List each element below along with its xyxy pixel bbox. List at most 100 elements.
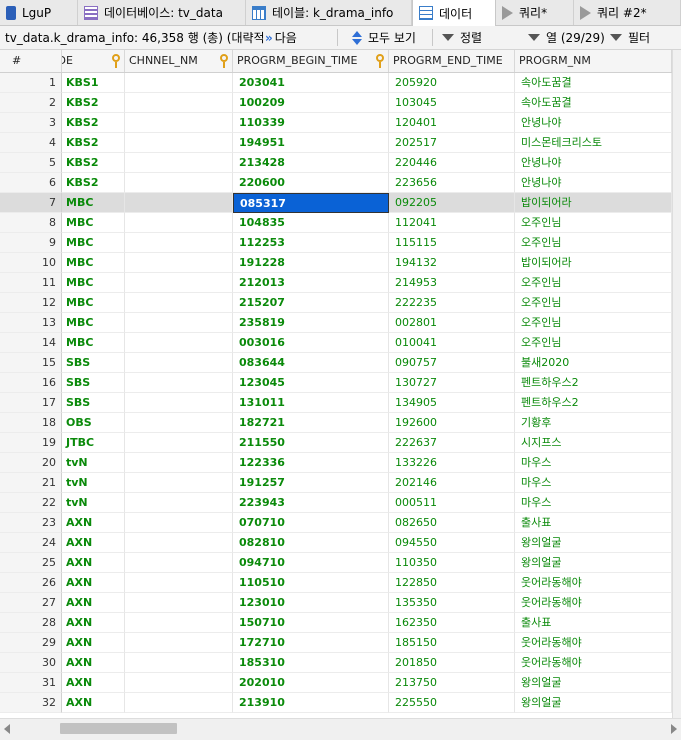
channel-cell[interactable]: OBS: [62, 413, 125, 433]
row-number-cell[interactable]: 20: [0, 453, 62, 473]
end-time-cell[interactable]: 223656: [389, 173, 515, 193]
scroll-right-icon[interactable]: [671, 724, 677, 734]
table-row[interactable]: 13 MBC 235819 002801 오주인님: [0, 313, 681, 333]
end-time-cell[interactable]: 010041: [389, 333, 515, 353]
begin-time-cell[interactable]: 194951: [233, 133, 389, 153]
blank-cell[interactable]: [125, 593, 233, 613]
end-time-cell[interactable]: 202517: [389, 133, 515, 153]
program-name-cell[interactable]: 오주인님: [515, 233, 672, 253]
end-time-cell[interactable]: 110350: [389, 553, 515, 573]
row-number-cell[interactable]: 9: [0, 233, 62, 253]
end-time-cell[interactable]: 135350: [389, 593, 515, 613]
row-number-cell[interactable]: 3: [0, 113, 62, 133]
end-time-cell[interactable]: 122850: [389, 573, 515, 593]
program-name-cell[interactable]: 웃어라동해야: [515, 633, 672, 653]
blank-cell[interactable]: [125, 253, 233, 273]
begin-time-cell[interactable]: 085317: [233, 193, 389, 213]
table-row[interactable]: 12 MBC 215207 222235 오주인님: [0, 293, 681, 313]
row-number-cell[interactable]: 4: [0, 133, 62, 153]
table-row[interactable]: 22 tvN 223943 000511 마우스: [0, 493, 681, 513]
end-time-cell[interactable]: 002801: [389, 313, 515, 333]
row-number-cell[interactable]: 19: [0, 433, 62, 453]
channel-cell[interactable]: KBS2: [62, 133, 125, 153]
columns-button[interactable]: 열 (29/29): [528, 26, 605, 49]
program-name-cell[interactable]: 안녕나야: [515, 113, 672, 133]
data-grid[interactable]: # _DE CHNNEL_NM PROGRM_BEGIN_TIME PROGRM…: [0, 50, 681, 718]
table-row[interactable]: 32 AXN 213910 225550 왕의얼굴: [0, 693, 681, 713]
channel-cell[interactable]: MBC: [62, 193, 125, 213]
header-progrm-nm[interactable]: PROGRM_NM: [515, 50, 672, 72]
table-row[interactable]: 9 MBC 112253 115115 오주인님: [0, 233, 681, 253]
begin-time-cell[interactable]: 123045: [233, 373, 389, 393]
end-time-cell[interactable]: 120401: [389, 113, 515, 133]
blank-cell[interactable]: [125, 193, 233, 213]
program-name-cell[interactable]: 안녕나야: [515, 173, 672, 193]
row-number-cell[interactable]: 8: [0, 213, 62, 233]
show-all-button[interactable]: 모두 보기: [352, 26, 416, 49]
channel-cell[interactable]: KBS2: [62, 93, 125, 113]
channel-cell[interactable]: AXN: [62, 693, 125, 713]
row-number-cell[interactable]: 32: [0, 693, 62, 713]
table-row[interactable]: 1 KBS1 203041 205920 속아도꿈결: [0, 73, 681, 93]
end-time-cell[interactable]: 103045: [389, 93, 515, 113]
begin-time-cell[interactable]: 123010: [233, 593, 389, 613]
blank-cell[interactable]: [125, 353, 233, 373]
row-number-cell[interactable]: 31: [0, 673, 62, 693]
blank-cell[interactable]: [125, 553, 233, 573]
channel-cell[interactable]: AXN: [62, 573, 125, 593]
table-row[interactable]: 28 AXN 150710 162350 출사표: [0, 613, 681, 633]
table-row[interactable]: 31 AXN 202010 213750 왕의얼굴: [0, 673, 681, 693]
channel-cell[interactable]: MBC: [62, 313, 125, 333]
blank-cell[interactable]: [125, 213, 233, 233]
begin-time-cell[interactable]: 191228: [233, 253, 389, 273]
row-number-cell[interactable]: 23: [0, 513, 62, 533]
begin-time-cell[interactable]: 083644: [233, 353, 389, 373]
table-row[interactable]: 2 KBS2 100209 103045 속아도꿈결: [0, 93, 681, 113]
header-begin-time[interactable]: PROGRM_BEGIN_TIME: [233, 50, 389, 72]
table-row[interactable]: 17 SBS 131011 134905 펜트하우스2: [0, 393, 681, 413]
blank-cell[interactable]: [125, 373, 233, 393]
row-number-cell[interactable]: 29: [0, 633, 62, 653]
row-number-cell[interactable]: 13: [0, 313, 62, 333]
end-time-cell[interactable]: 192600: [389, 413, 515, 433]
row-number-cell[interactable]: 1: [0, 73, 62, 93]
channel-cell[interactable]: MBC: [62, 213, 125, 233]
end-time-cell[interactable]: 205920: [389, 73, 515, 93]
table-row[interactable]: 18 OBS 182721 192600 기황후: [0, 413, 681, 433]
blank-cell[interactable]: [125, 433, 233, 453]
begin-time-cell[interactable]: 104835: [233, 213, 389, 233]
header-partial-column[interactable]: _DE: [62, 50, 125, 72]
program-name-cell[interactable]: 안녕나야: [515, 153, 672, 173]
channel-cell[interactable]: SBS: [62, 393, 125, 413]
sort-button[interactable]: 정렬: [442, 26, 482, 49]
program-name-cell[interactable]: 출사표: [515, 613, 672, 633]
channel-cell[interactable]: tvN: [62, 473, 125, 493]
end-time-cell[interactable]: 202146: [389, 473, 515, 493]
row-number-cell[interactable]: 27: [0, 593, 62, 613]
blank-cell[interactable]: [125, 153, 233, 173]
row-number-cell[interactable]: 11: [0, 273, 62, 293]
table-row[interactable]: 29 AXN 172710 185150 웃어라동해야: [0, 633, 681, 653]
table-row[interactable]: 30 AXN 185310 201850 웃어라동해야: [0, 653, 681, 673]
blank-cell[interactable]: [125, 673, 233, 693]
program-name-cell[interactable]: 속아도꿈결: [515, 93, 672, 113]
row-number-cell[interactable]: 26: [0, 573, 62, 593]
end-time-cell[interactable]: 220446: [389, 153, 515, 173]
begin-time-cell[interactable]: 150710: [233, 613, 389, 633]
tab-query[interactable]: 쿼리*: [496, 0, 574, 25]
table-row[interactable]: 23 AXN 070710 082650 출사표: [0, 513, 681, 533]
channel-cell[interactable]: MBC: [62, 253, 125, 273]
blank-cell[interactable]: [125, 493, 233, 513]
end-time-cell[interactable]: 222637: [389, 433, 515, 453]
begin-time-cell[interactable]: 172710: [233, 633, 389, 653]
table-row[interactable]: 24 AXN 082810 094550 왕의얼굴: [0, 533, 681, 553]
channel-cell[interactable]: AXN: [62, 653, 125, 673]
begin-time-cell[interactable]: 203041: [233, 73, 389, 93]
header-chnnel-nm[interactable]: CHNNEL_NM: [125, 50, 233, 72]
blank-cell[interactable]: [125, 533, 233, 553]
program-name-cell[interactable]: 마우스: [515, 453, 672, 473]
table-row[interactable]: 7 MBC 085317 092205 밥이되어라: [0, 193, 681, 213]
table-row[interactable]: 20 tvN 122336 133226 마우스: [0, 453, 681, 473]
begin-time-cell[interactable]: 211550: [233, 433, 389, 453]
end-time-cell[interactable]: 094550: [389, 533, 515, 553]
